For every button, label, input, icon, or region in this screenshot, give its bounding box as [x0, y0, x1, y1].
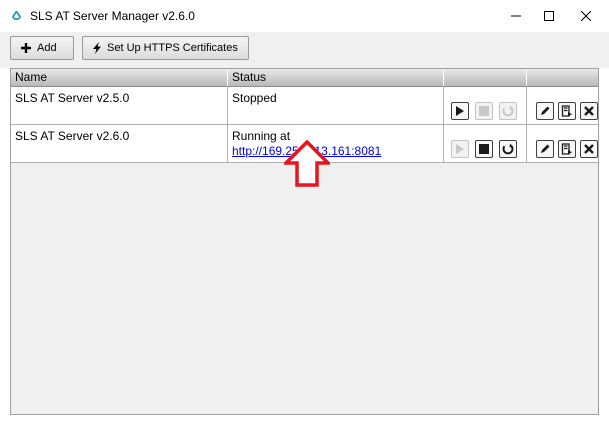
- edit-button[interactable]: [536, 102, 554, 120]
- window-title: SLS AT Server Manager v2.6.0: [30, 9, 195, 23]
- delete-icon: [584, 144, 594, 154]
- edit-button[interactable]: [536, 140, 554, 158]
- add-button-label: Add: [37, 42, 57, 54]
- stop-button[interactable]: [475, 140, 493, 158]
- server-name: SLS AT Server v2.5.0: [11, 87, 228, 124]
- stop-button[interactable]: [475, 102, 493, 120]
- server-status: Stopped: [232, 91, 277, 105]
- server-controls: [444, 125, 527, 162]
- restart-button[interactable]: [499, 102, 517, 120]
- app-droplet-icon: [12, 11, 21, 21]
- setup-https-button-label: Set Up HTTPS Certificates: [107, 42, 238, 54]
- play-icon: [456, 144, 464, 154]
- minimize-icon: [511, 15, 521, 17]
- stop-icon: [479, 144, 489, 154]
- stop-icon: [479, 106, 489, 116]
- server-status-cell: Running at http://169.254.113.161:8081: [228, 125, 444, 162]
- pencil-icon: [541, 106, 550, 115]
- export-button[interactable]: [558, 102, 576, 120]
- setup-https-button[interactable]: Set Up HTTPS Certificates: [82, 36, 249, 60]
- server-grid: Name Status SLS AT Server v2.5.0 Stopped: [10, 68, 599, 415]
- server-controls: [444, 87, 527, 124]
- plus-icon: [21, 43, 31, 53]
- start-button[interactable]: [451, 140, 469, 158]
- restart-icon: [502, 105, 514, 117]
- server-url-link[interactable]: http://169.254.113.161:8081: [232, 144, 439, 158]
- export-icon: [561, 143, 572, 155]
- start-button[interactable]: [451, 102, 469, 120]
- table-row[interactable]: SLS AT Server v2.5.0 Stopped: [11, 87, 598, 125]
- play-icon: [456, 106, 464, 116]
- export-button[interactable]: [558, 140, 576, 158]
- column-header-status[interactable]: Status: [228, 69, 444, 86]
- close-icon: [581, 11, 591, 21]
- delete-icon: [584, 106, 594, 116]
- server-status: Running at: [232, 129, 291, 143]
- column-header-name[interactable]: Name: [11, 69, 228, 86]
- lightning-icon: [93, 42, 101, 54]
- maximize-icon: [544, 11, 554, 21]
- server-name: SLS AT Server v2.6.0: [11, 125, 228, 162]
- up-arrow-icon: [284, 140, 330, 187]
- server-actions: [527, 87, 598, 124]
- column-header-controls[interactable]: [444, 69, 527, 86]
- delete-button[interactable]: [580, 102, 598, 120]
- close-button[interactable]: [563, 0, 609, 32]
- delete-button[interactable]: [580, 140, 598, 158]
- pencil-icon: [541, 144, 550, 153]
- column-header-actions[interactable]: [527, 69, 598, 86]
- export-icon: [561, 105, 572, 117]
- add-button[interactable]: Add: [10, 36, 74, 60]
- server-actions: [527, 125, 598, 162]
- toolbar: Add Set Up HTTPS Certificates: [0, 32, 609, 68]
- grid-header: Name Status: [11, 69, 598, 87]
- restart-icon: [502, 143, 514, 155]
- title-bar[interactable]: SLS AT Server Manager v2.6.0: [0, 0, 609, 32]
- server-status-cell: Stopped: [228, 87, 444, 124]
- restart-button[interactable]: [499, 140, 517, 158]
